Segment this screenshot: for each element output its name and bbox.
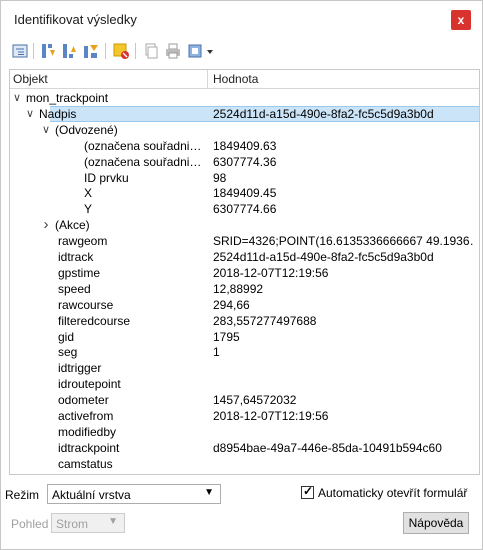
chevron-right-icon[interactable]: ›: [41, 217, 51, 233]
tree-row-value: SRID=4326;POINT(16.6135336666667 49.1936…: [213, 234, 473, 249]
tree-row-object: odometer: [58, 393, 109, 408]
tree-row[interactable]: filteredcourse 283,557277497688: [10, 313, 479, 329]
chevron-down-icon: ▼: [204, 487, 214, 498]
tree-row[interactable]: modifiedby: [10, 424, 479, 440]
tree-row[interactable]: camstatus: [10, 456, 479, 472]
tree-row-value: 98: [213, 170, 227, 185]
tree-row-object: filteredcourse: [58, 313, 131, 328]
tree-row-object: idtrigger: [58, 361, 102, 376]
auto-open-label: Automaticky otevřít formulář: [318, 486, 468, 500]
mode-label: Režim: [5, 488, 40, 502]
tree-row[interactable]: idtrack 2524d11d-a15d-490e-8fa2-fc5c5d9a3…: [10, 249, 479, 265]
chevron-down-icon[interactable]: ∨: [41, 122, 51, 138]
tree-row-value: 2524d11d-a15d-490e-8fa2-fc5c5d9a3b0d: [213, 250, 434, 264]
tree-row-object: activefrom: [58, 409, 114, 423]
tree-row[interactable]: (označena souřadni… 1849409.63: [10, 138, 479, 154]
tree-row-value: 6307774.66: [213, 202, 277, 217]
tree-row-value: 2018-12-07T12:19:56: [213, 265, 329, 280]
tree-row[interactable]: Y 6307774.66: [10, 201, 479, 217]
close-button[interactable]: x: [451, 10, 471, 30]
tree-row[interactable]: rawcourse 294,66: [10, 297, 479, 313]
tree-row-object: gpstime: [58, 265, 101, 280]
print-icon[interactable]: [164, 42, 182, 60]
select-mode-icon[interactable]: [187, 42, 217, 60]
tree-row-object: Y: [84, 202, 93, 217]
tree-row-object: (Odvozené): [55, 122, 118, 137]
tree-row-object: mon_trackpoint: [26, 91, 109, 105]
tree-row[interactable]: ∨ mon_trackpoint: [10, 90, 479, 106]
tree-row[interactable]: rawgeom SRID=4326;POINT(16.6135336666667 …: [10, 233, 479, 249]
tree-row-object: gid: [58, 329, 75, 344]
tree-row-object: rawcourse: [58, 297, 114, 312]
tree-row[interactable]: › (Akce): [10, 217, 479, 233]
tree-row[interactable]: idtrackpoint d8954bae-49a7-446e-85da-1049…: [10, 440, 479, 456]
tree-row[interactable]: gpstime 2018-12-07T12:19:56: [10, 265, 479, 281]
view-select[interactable]: Strom ▼: [51, 513, 125, 533]
tree-row-value: d8954bae-49a7-446e-85da-10491b594c60: [213, 440, 442, 455]
tree-row-value: 12,88992: [213, 281, 264, 296]
results-tree[interactable]: Objekt Hodnota ∨ mon_trackpoint ∨ Nadpis 252…: [9, 69, 480, 475]
checkmark-icon: ✓: [303, 484, 314, 498]
tree-row[interactable]: speed 12,88992: [10, 281, 479, 297]
tree-row-object: idtrackpoint: [58, 440, 120, 455]
tree-row-object: (Akce): [55, 218, 90, 233]
title-bar: Identifikovat výsledky x: [1, 1, 482, 39]
tree-row[interactable]: idtrigger: [10, 360, 479, 376]
tree-row[interactable]: ∨ (Odvozené): [10, 122, 479, 138]
tree-row-object: (označena souřadni…: [84, 138, 202, 153]
tree-row-object: idroutepoint: [58, 377, 121, 392]
tree-row-value: 6307774.36: [213, 154, 277, 169]
tree-row[interactable]: X 1849409.45: [10, 185, 479, 201]
tree-row-value: 294,66: [213, 297, 250, 312]
tree-row[interactable]: seg 1: [10, 344, 479, 360]
tree-row[interactable]: odometer 1457,64572032: [10, 392, 479, 408]
identify-results-window: Identifikovat výsledky x Objekt Hodnota …: [0, 0, 483, 550]
chevron-down-icon: ▼: [108, 516, 118, 527]
window-title: Identifikovat výsledky: [14, 12, 137, 27]
view-label: Pohled: [11, 517, 49, 531]
tree-row-object: Nadpis: [39, 106, 77, 121]
tree-row-object: speed: [58, 281, 91, 296]
tree-row-object: camstatus: [58, 456, 113, 471]
tree-row-value: 1849409.45: [213, 186, 277, 201]
tree-row-object: ID prvku: [84, 170, 129, 185]
tree-row[interactable]: ∨ Nadpis 2524d11d-a15d-490e-8fa2-fc5c5d9a3…: [10, 105, 479, 122]
tree-row-value: 1457,64572032: [213, 393, 297, 408]
auto-open-checkbox[interactable]: ✓: [301, 484, 314, 499]
tree-row-object: seg: [58, 345, 78, 360]
tree-row[interactable]: (označena souřadni… 6307774.36: [10, 154, 479, 170]
tree-row-value: 283,557277497688: [213, 313, 317, 328]
chevron-down-icon[interactable]: ∨: [12, 90, 22, 106]
tree-row[interactable]: activefrom 2018-12-07T12:19:56: [10, 408, 479, 424]
bottom-panel: Režim Aktuální vrstva ▼ ✓ Automaticky ot…: [1, 479, 482, 549]
tree-row-object: (označena souřadni…: [84, 154, 202, 169]
tree-row-object: rawgeom: [58, 234, 108, 249]
mode-select-value: Aktuální vrstva: [52, 488, 131, 502]
chevron-down-icon[interactable]: ∨: [25, 106, 35, 122]
view-select-value: Strom: [56, 517, 89, 531]
tree-row-value: 1795: [213, 329, 240, 344]
tree-row[interactable]: ID prvku 98: [10, 170, 479, 186]
tree-row-object: modifiedby: [58, 424, 117, 439]
tree-row-value: 1849409.63: [213, 138, 277, 153]
tree-row-value: 2018-12-07T12:19:56: [213, 409, 329, 423]
highlight-clear-icon[interactable]: [112, 42, 130, 60]
copy-feature-icon[interactable]: [142, 42, 160, 60]
toolbar: [9, 40, 479, 64]
tree-row-value: 2524d11d-a15d-490e-8fa2-fc5c5d9a3b0d: [213, 106, 434, 121]
tree-row-value: 1: [213, 345, 220, 360]
expand-new-icon[interactable]: [82, 42, 100, 60]
header-object[interactable]: Objekt: [13, 72, 48, 86]
mode-select[interactable]: Aktuální vrstva ▼: [47, 484, 221, 504]
expand-all-icon[interactable]: [40, 42, 58, 60]
tree-header: Objekt Hodnota: [10, 70, 479, 89]
expand-tree-icon[interactable]: [11, 42, 29, 60]
tree-row[interactable]: gid 1795: [10, 329, 479, 345]
tree-row-object: idtrack: [58, 250, 94, 264]
help-button[interactable]: Nápověda: [403, 512, 469, 534]
tree-row[interactable]: idroutepoint: [10, 376, 479, 392]
header-value[interactable]: Hodnota: [213, 72, 258, 86]
collapse-all-icon[interactable]: [61, 42, 79, 60]
tree-row-object: X: [84, 186, 93, 201]
